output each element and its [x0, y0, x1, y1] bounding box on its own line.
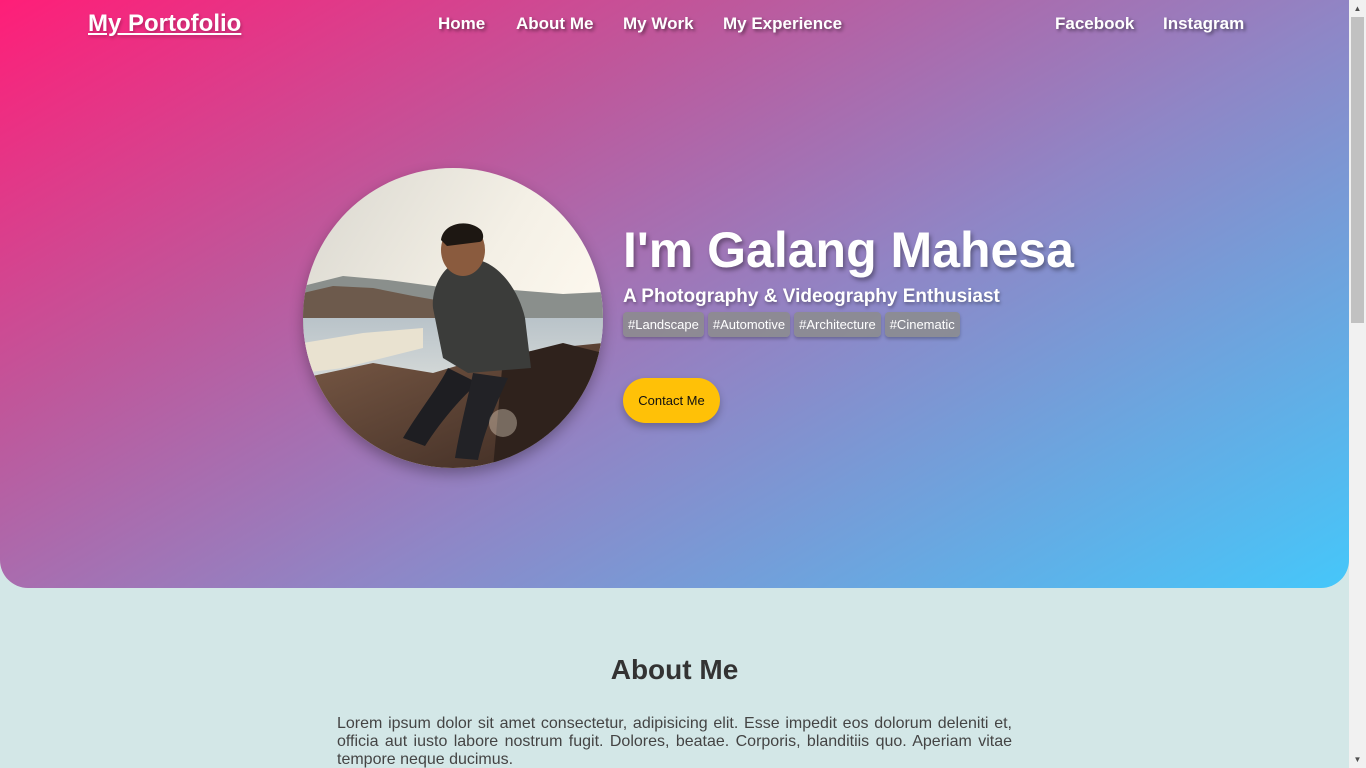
nav-link-instagram[interactable]: Instagram: [1163, 14, 1244, 34]
scrollbar-thumb[interactable]: [1351, 17, 1364, 323]
tag-cinematic[interactable]: #Cinematic: [884, 312, 960, 337]
scroll-down-arrow-icon[interactable]: ▼: [1349, 751, 1366, 768]
about-section-body: Lorem ipsum dolor sit amet consectetur, …: [337, 715, 1012, 768]
hero-intro: I'm Galang Mahesa A Photography & Videog…: [623, 222, 1074, 337]
tag-list: #Landscape #Automotive #Architecture #Ci…: [623, 312, 960, 337]
nav-link-home[interactable]: Home: [438, 14, 485, 34]
about-section-title: About Me: [610, 654, 739, 685]
tag-landscape[interactable]: #Landscape: [623, 312, 704, 337]
page: My Portofolio Home About Me My Work My E…: [0, 0, 1349, 768]
nav-link-my-work[interactable]: My Work: [623, 14, 694, 34]
hero-section: My Portofolio Home About Me My Work My E…: [0, 0, 1349, 588]
tag-architecture[interactable]: #Architecture: [794, 312, 881, 337]
headline-last-name: Mahesa: [890, 222, 1074, 278]
headline-greeting: I'm: [623, 222, 694, 278]
hero-subtitle: A Photography & Videography Enthusiast: [623, 286, 1000, 307]
nav-link-my-experience[interactable]: My Experience: [723, 14, 842, 34]
contact-me-button[interactable]: Contact Me: [623, 378, 720, 423]
scroll-up-arrow-icon[interactable]: ▲: [1349, 0, 1366, 17]
profile-photo: [303, 168, 603, 468]
vertical-scrollbar[interactable]: ▲ ▼: [1349, 0, 1366, 768]
brand-logo-link[interactable]: My Portofolio: [88, 10, 241, 38]
nav-link-about-me[interactable]: About Me: [516, 14, 593, 34]
hero-headline: I'm Galang Mahesa: [623, 222, 1074, 278]
headline-first-name: Galang: [707, 222, 877, 278]
nav-link-facebook[interactable]: Facebook: [1055, 14, 1134, 34]
tag-automotive[interactable]: #Automotive: [707, 312, 791, 337]
